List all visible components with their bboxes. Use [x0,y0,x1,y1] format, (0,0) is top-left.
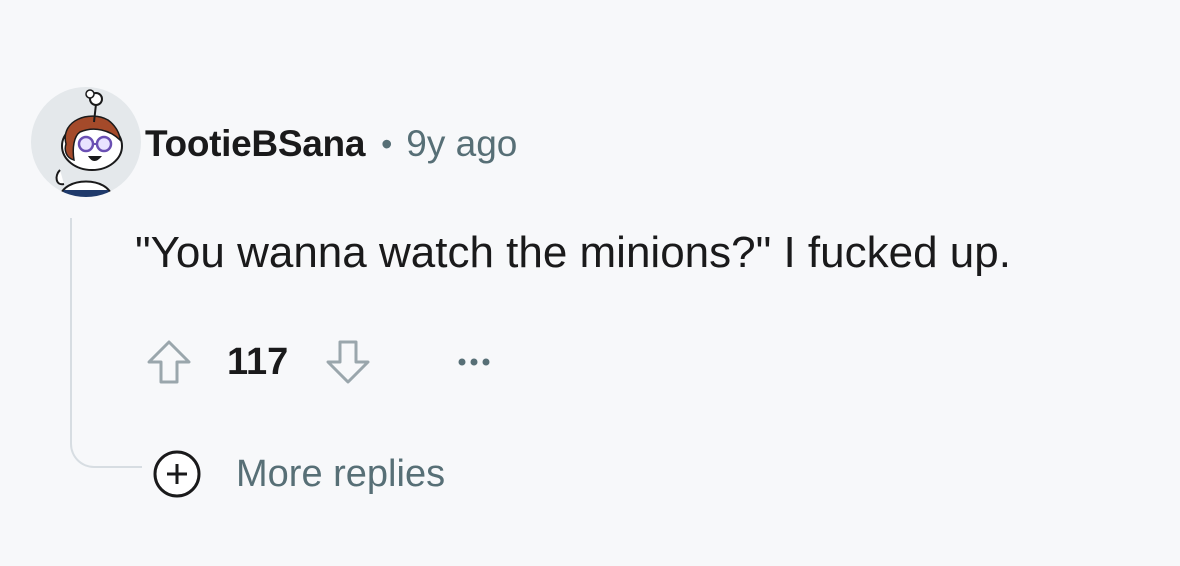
ellipsis-icon[interactable] [452,342,496,382]
more-replies-button[interactable]: More replies [150,448,445,500]
upvote-arrow-icon[interactable] [143,338,195,386]
user-avatar[interactable] [30,86,142,198]
comment-header: TootieBSana • 9y ago [145,120,517,168]
timestamp[interactable]: 9y ago [406,123,517,165]
vote-score: 117 [227,341,289,383]
username[interactable]: TootieBSana [145,123,365,165]
thread-line[interactable] [70,218,142,468]
comment-body: "You wanna watch the minions?" I fucked … [135,228,1011,277]
more-replies-label: More replies [236,452,446,495]
comment: TootieBSana • 9y ago "You wanna watch th… [0,0,1180,566]
plus-circle-icon [153,450,201,498]
downvote-arrow-icon[interactable] [322,338,374,386]
meta-separator: • [381,125,393,162]
